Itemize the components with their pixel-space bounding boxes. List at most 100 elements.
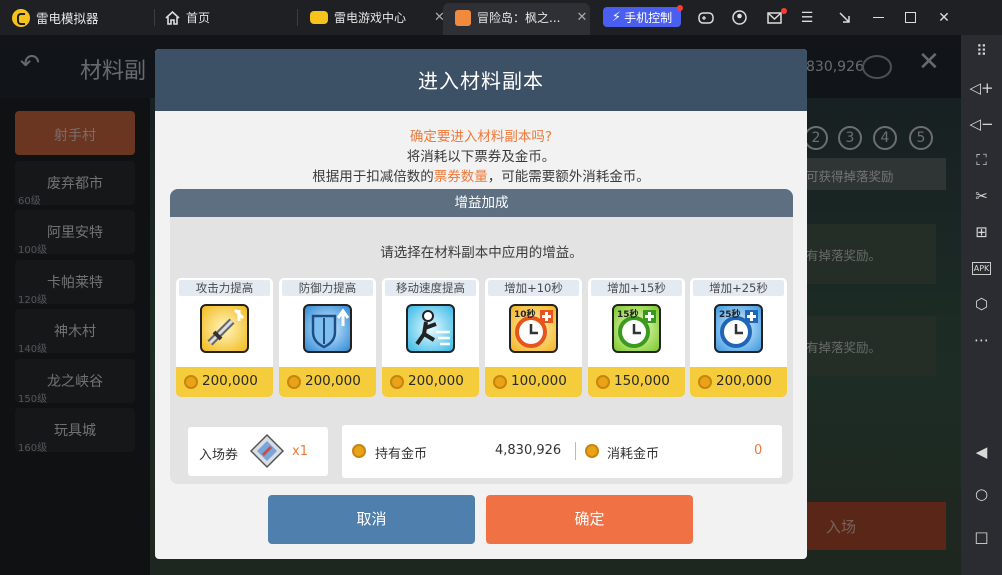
coin-icon (698, 375, 712, 389)
sword-up-icon (200, 304, 249, 353)
minimize-button[interactable] (866, 0, 890, 35)
buff-card-time-10[interactable]: 增加+10秒 10秒 100,000 (485, 278, 582, 397)
consume-line: 将消耗以下票券及金币。 (406, 149, 556, 165)
gold-box: 持有金币 4,830,926 消耗金币 0 (342, 425, 782, 478)
restore-arrow-icon (838, 12, 850, 23)
back-button[interactable]: ◀ (961, 440, 1002, 464)
consume-gold-value: 0 (754, 443, 763, 458)
add-window-icon: ⊞ (975, 223, 988, 241)
apk-icon: APK (971, 261, 992, 275)
gold-divider (575, 442, 576, 460)
tab-game-center[interactable]: 雷电游戏中心 ✕ (310, 0, 445, 35)
buff-price: 200,000 (408, 373, 464, 389)
scissors-icon: ✂ (975, 187, 988, 205)
running-icon (406, 304, 455, 353)
buff-price-bar: 100,000 (485, 367, 582, 397)
more-icon: ⋯ (974, 331, 989, 349)
minimize-to-corner-button[interactable] (832, 0, 856, 35)
keyboard-mapping-button[interactable]: ⠿ (961, 39, 1002, 63)
shield-up-icon (303, 304, 352, 353)
buff-label: 攻击力提高 (195, 281, 254, 295)
coin-icon (585, 444, 599, 458)
close-icon: ✕ (938, 9, 950, 26)
maplestory-app-icon (455, 9, 471, 26)
maximize-button[interactable] (898, 0, 922, 35)
ticket-count: x1 (292, 444, 308, 459)
mail-icon (766, 11, 782, 24)
close-window-button[interactable]: ✕ (932, 0, 956, 35)
operation-record-button[interactable]: ⬡ (961, 292, 1002, 316)
buff-card-attack[interactable]: 攻击力提高 200,000 (176, 278, 273, 397)
confirm-button[interactable]: 确定 (486, 495, 693, 544)
tab-maplestory-label: 冒险岛：枫之... (477, 11, 561, 25)
back-triangle-icon: ◀ (975, 443, 988, 461)
volume-down-button[interactable]: ◁− (961, 112, 1002, 136)
ticket-note-highlight: 票券数量 (433, 169, 488, 185)
owned-gold-value: 4,830,926 (495, 443, 562, 458)
time-tag: 25秒 (719, 310, 741, 320)
buff-price: 200,000 (202, 373, 258, 389)
buff-card-time-25[interactable]: 增加+25秒 25秒 200,000 (690, 278, 787, 397)
leidian-logo-icon (12, 8, 30, 27)
coin-icon (287, 375, 301, 389)
buff-price: 200,000 (716, 373, 772, 389)
multi-instance-button[interactable]: ⊞ (961, 220, 1002, 244)
buff-label: 增加+25秒 (709, 281, 768, 295)
confirm-question: 确定要进入材料副本吗? (409, 129, 553, 145)
tab-home-label: 首页 (186, 11, 211, 25)
menu-button[interactable]: ☰ (795, 0, 819, 35)
emulator-titlebar: 雷电模拟器 首页 雷电游戏中心 ✕ 冒险岛：枫之... ✕ ⚡ 手机控制 ☰ ✕ (0, 0, 1002, 35)
app-brand: 雷电模拟器 (12, 0, 99, 35)
phone-control-button[interactable]: ⚡ 手机控制 (603, 7, 681, 27)
buff-card-speed[interactable]: 移动速度提高 200,000 (382, 278, 479, 397)
time-tag: 10秒 (514, 310, 536, 320)
mail-button[interactable] (762, 0, 786, 35)
coin-icon (184, 375, 198, 389)
maximize-icon (904, 12, 916, 23)
buff-label: 移动速度提高 (396, 281, 465, 295)
buff-price: 150,000 (614, 373, 670, 389)
volume-up-button[interactable]: ◁+ (961, 76, 1002, 100)
clock-plus-icon: 15秒 (612, 304, 661, 353)
cancel-button[interactable]: 取消 (268, 495, 475, 544)
buff-price: 200,000 (305, 373, 361, 389)
volume-down-icon: ◁− (969, 115, 994, 133)
coin-icon (352, 444, 366, 458)
notification-dot (677, 5, 683, 11)
gamepad-icon (310, 11, 328, 24)
mail-notification-dot (781, 8, 787, 14)
lightning-icon: ⚡ (611, 9, 622, 25)
account-button[interactable] (727, 0, 751, 35)
buff-price-bar: 200,000 (176, 367, 273, 397)
user-icon (731, 10, 747, 25)
home-button[interactable]: ○ (961, 482, 1002, 506)
tab-home[interactable]: 首页 (165, 0, 210, 35)
buff-prompt: 请选择在材料副本中应用的增益。 (380, 245, 583, 261)
buff-price-bar: 200,000 (382, 367, 479, 397)
owned-gold-label: 持有金币 (375, 447, 428, 462)
controller-icon (698, 11, 714, 24)
more-button[interactable]: ⋯ (961, 328, 1002, 352)
fullscreen-button[interactable]: ⛶ (961, 148, 1002, 172)
close-tab-icon[interactable]: ✕ (576, 10, 587, 25)
minimize-icon (872, 16, 884, 19)
screenshot-button[interactable]: ✂ (961, 184, 1002, 208)
ticket-label: 入场券 (199, 448, 239, 463)
buff-header: 增益加成 (170, 189, 793, 217)
ticket-box: 入场券 x1 (188, 427, 328, 476)
app-name: 雷电模拟器 (36, 11, 99, 26)
recents-button[interactable]: □ (961, 525, 1002, 549)
gamepad-settings-button[interactable] (694, 0, 718, 35)
buff-price-bar: 200,000 (279, 367, 376, 397)
buff-price: 100,000 (511, 373, 567, 389)
tab-maplestory[interactable]: 冒险岛：枫之... ✕ (455, 0, 587, 35)
ticket-note: 根据用于扣减倍数的票券数量，可能需要额外消耗金币。 (155, 165, 807, 185)
home-circle-icon: ○ (974, 485, 989, 503)
coin-icon (493, 375, 507, 389)
fullscreen-icon: ⛶ (976, 151, 987, 169)
dialog-title: 进入材料副本 (155, 49, 807, 111)
install-apk-button[interactable]: APK (961, 256, 1002, 280)
buff-card-defense[interactable]: 防御力提高 200,000 (279, 278, 376, 397)
buff-card-time-15[interactable]: 增加+15秒 15秒 150,000 (588, 278, 685, 397)
menu-icon: ☰ (800, 9, 814, 26)
